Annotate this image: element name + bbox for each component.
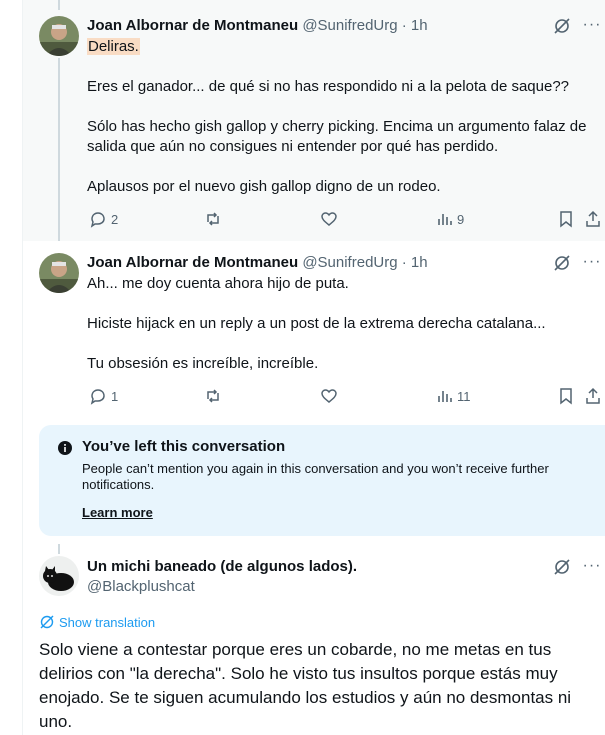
grok-icon[interactable]	[553, 254, 571, 272]
info-icon	[58, 441, 72, 455]
share-button[interactable]	[584, 209, 602, 229]
tweet-text: Ah... me doy cuenta ahora hijo de puta. …	[87, 274, 597, 374]
highlighted-text: Deliras.	[87, 38, 140, 55]
retweet-button[interactable]	[204, 386, 222, 406]
retweet-icon	[207, 389, 219, 403]
view-count: 9	[457, 211, 465, 227]
author-handle[interactable]: @Blackplushcat	[87, 578, 195, 595]
left-conversation-notice: You’ve left this conversation People can…	[39, 425, 605, 536]
bookmark-button[interactable]	[557, 386, 575, 406]
thread-line	[58, 58, 60, 241]
thread-line	[58, 544, 60, 554]
author-name[interactable]: Joan Albornar de Montmaneu	[87, 254, 298, 271]
tweet-paragraph: Sólo has hecho gish gallop y cherry pick…	[87, 118, 587, 155]
avatar[interactable]	[39, 16, 79, 56]
tweet-actions: 2 9	[87, 209, 605, 229]
avatar[interactable]	[39, 253, 79, 293]
view-count: 11	[457, 388, 471, 404]
views-icon	[438, 391, 452, 402]
tweet-paragraph: Ah... me doy cuenta ahora hijo de puta.	[87, 275, 349, 292]
tweet-paragraph: Tu obsesión es increíble, increíble.	[87, 355, 319, 372]
tweet-text: Deliras. Eres el ganador... de qué si no…	[87, 37, 597, 197]
author-name[interactable]: Un michi baneado (de algunos lados).	[87, 558, 357, 575]
more-horizontal-icon[interactable]: ···	[581, 558, 603, 576]
bookmark-button[interactable]	[557, 209, 575, 229]
grok-icon[interactable]	[553, 17, 571, 35]
show-translation-button[interactable]: Show translation	[39, 614, 155, 630]
reply-button[interactable]: 1	[89, 386, 118, 406]
tweet-1[interactable]: Joan Albornar de Montmaneu @SunifredUrg …	[23, 0, 605, 241]
author-handle[interactable]: @SunifredUrg	[302, 254, 397, 271]
grok-icon[interactable]	[553, 558, 571, 576]
reply-tweet[interactable]: Un michi baneado (de algunos lados). @Bl…	[23, 540, 605, 735]
share-icon	[586, 387, 600, 404]
reply-icon	[90, 389, 105, 405]
tweet-paragraph: Hiciste hijack en un reply a un post de …	[87, 315, 546, 332]
views-icon	[438, 214, 452, 225]
retweet-icon	[207, 212, 219, 226]
notice-title: You’ve left this conversation	[82, 438, 286, 455]
share-icon	[586, 210, 600, 227]
globe-icon	[40, 615, 54, 629]
tweet-header: Joan Albornar de Montmaneu @SunifredUrg …	[87, 253, 605, 273]
tweet-actions: 1 11	[87, 386, 605, 406]
bookmark-icon	[560, 388, 572, 405]
tweet-paragraph: Eres el ganador... de qué si no has resp…	[87, 78, 570, 95]
like-button[interactable]	[320, 209, 338, 229]
like-button[interactable]	[320, 386, 338, 406]
reply-button[interactable]: 2	[89, 209, 118, 229]
tweet-header: Joan Albornar de Montmaneu @SunifredUrg …	[87, 16, 605, 36]
heart-icon	[321, 212, 337, 226]
views-button[interactable]: 11	[435, 386, 471, 406]
retweet-button[interactable]	[204, 209, 222, 229]
reply-count: 1	[111, 388, 119, 404]
bookmark-icon	[560, 211, 572, 228]
share-button[interactable]	[584, 386, 602, 406]
tweet-2[interactable]: Joan Albornar de Montmaneu @SunifredUrg …	[23, 241, 605, 421]
more-horizontal-icon[interactable]: ···	[581, 17, 603, 35]
views-button[interactable]: 9	[435, 209, 464, 229]
avatar[interactable]	[39, 556, 79, 596]
timestamp[interactable]: · 1h	[402, 17, 428, 34]
tweet-paragraph: Aplausos por el nuevo gish gallop digno …	[87, 178, 441, 195]
thread-line	[58, 0, 60, 10]
author-name[interactable]: Joan Albornar de Montmaneu	[87, 17, 298, 34]
reply-icon	[90, 212, 105, 228]
heart-icon	[321, 389, 337, 403]
more-horizontal-icon[interactable]: ···	[581, 254, 603, 272]
learn-more-link[interactable]: Learn more	[82, 505, 153, 520]
author-handle[interactable]: @SunifredUrg	[302, 17, 397, 34]
notice-text: People can’t mention you again in this c…	[82, 461, 549, 492]
reply-count: 2	[111, 211, 119, 227]
show-translation-label: Show translation	[59, 614, 156, 630]
reply-text: Solo viene a contestar porque eres un co…	[39, 640, 572, 731]
timestamp[interactable]: · 1h	[402, 254, 428, 271]
